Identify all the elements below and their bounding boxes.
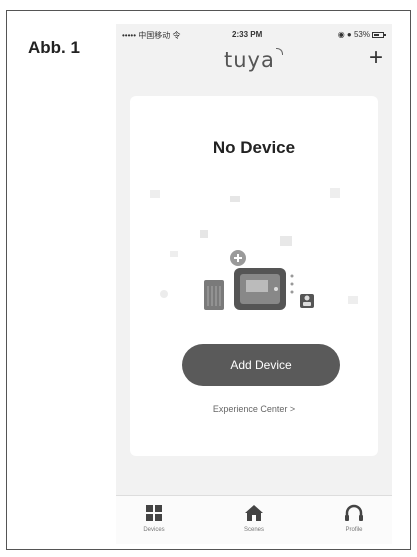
- battery-status: ◉ ● 53%: [337, 30, 386, 39]
- experience-center-link[interactable]: Experience Center >: [130, 404, 378, 414]
- home-icon: [245, 505, 263, 521]
- faint-shape: [348, 296, 358, 304]
- phone-screen: ••••• 中国移动 令 2:33 PM ◉ ● 53% tuya + No D…: [116, 24, 392, 544]
- headphones-icon: [345, 504, 363, 521]
- tab-scenes[interactable]: Scenes: [224, 502, 284, 533]
- logo-wifi-mark: [276, 48, 283, 55]
- faint-shape: [170, 251, 178, 257]
- status-bar: ••••• 中国移动 令 2:33 PM ◉ ● 53%: [116, 24, 392, 42]
- page-title: No Device: [212, 138, 296, 157]
- grid-icon: [146, 505, 162, 521]
- faint-shape: [330, 188, 340, 198]
- figure-label: Abb. 1: [28, 38, 80, 57]
- faint-shape: [160, 290, 168, 298]
- tab-devices[interactable]: Devices: [124, 502, 184, 533]
- empty-state-card: No Device Add Device Experience Center >: [130, 96, 378, 456]
- no-device-illustration: [150, 188, 358, 310]
- faint-shape: [230, 196, 240, 202]
- faint-shape: [200, 230, 208, 238]
- battery-icon: [372, 31, 386, 38]
- faint-shape: [280, 236, 292, 246]
- tab-devices-label: Devices: [143, 527, 165, 533]
- tab-profile-label: Profile: [345, 527, 363, 533]
- tab-profile[interactable]: Profile: [324, 502, 384, 533]
- add-device-plus-button[interactable]: +: [364, 45, 388, 71]
- carrier-label: ••••• 中国移动 令: [122, 31, 181, 40]
- faint-shape: [150, 190, 160, 198]
- appliance-icon: [204, 280, 224, 310]
- clock: 2:33 PM: [232, 30, 263, 39]
- tab-bar: Devices Scenes Profile: [116, 495, 392, 544]
- app-logo: tuya: [224, 48, 275, 72]
- tab-scenes-label: Scenes: [243, 527, 264, 533]
- add-device-button[interactable]: Add Device: [182, 344, 340, 386]
- app-header: tuya +: [116, 42, 392, 76]
- battery-label: ◉ ● 53%: [337, 30, 370, 39]
